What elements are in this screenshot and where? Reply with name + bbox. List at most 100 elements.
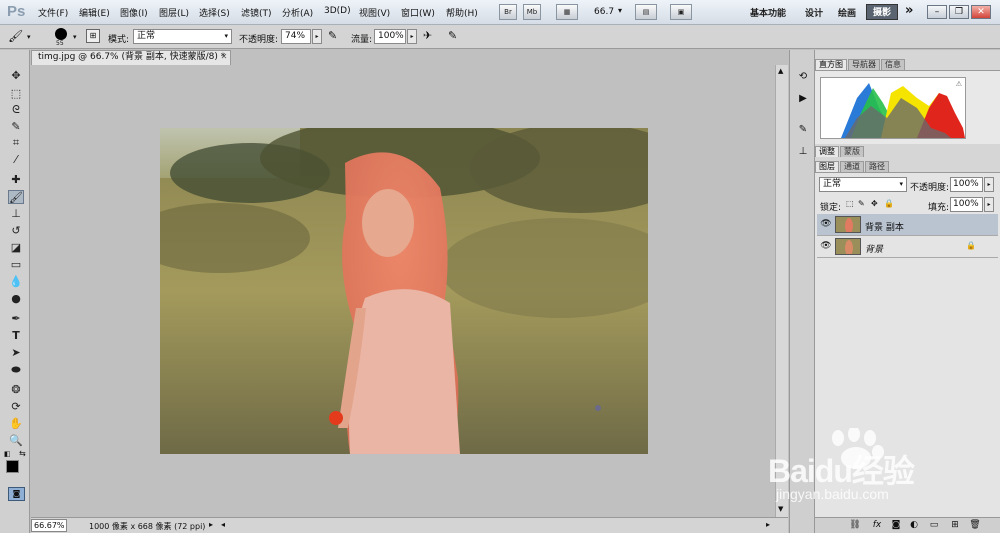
- tab-navigator[interactable]: 导航器: [848, 59, 880, 70]
- add-mask-icon[interactable]: ◙: [890, 520, 902, 530]
- eyedropper-tool-icon[interactable]: ⁄: [8, 153, 24, 167]
- restore-button[interactable]: ❐: [949, 5, 969, 19]
- menu-filter[interactable]: 滤镜(T): [241, 6, 272, 19]
- history-brush-tool-icon[interactable]: ↺: [8, 224, 24, 238]
- foreground-color-swatch[interactable]: [6, 460, 19, 473]
- brush-tool-icon[interactable]: 🖌: [8, 190, 24, 204]
- scroll-up-icon[interactable]: ▲: [778, 67, 783, 75]
- healing-brush-tool-icon[interactable]: ✚: [8, 173, 24, 187]
- actions-panel-icon[interactable]: ▶: [796, 92, 810, 106]
- move-tool-icon[interactable]: ✥: [8, 69, 24, 83]
- status-menu-icon[interactable]: ▸: [209, 520, 213, 529]
- pressure-size-icon[interactable]: ✎: [448, 29, 457, 42]
- quick-select-tool-icon[interactable]: ✎: [8, 120, 24, 134]
- document-info[interactable]: 1000 像素 x 668 像素 (72 ppi): [89, 521, 205, 532]
- fill-toggle[interactable]: ▸: [984, 197, 994, 212]
- lock-all-icon[interactable]: 🔒: [884, 199, 894, 208]
- tab-layers[interactable]: 图层: [815, 161, 839, 172]
- dodge-tool-icon[interactable]: ●: [8, 292, 24, 306]
- mode-select[interactable]: 正常 ▾: [133, 29, 232, 44]
- opacity-slider-toggle[interactable]: ▸: [312, 29, 322, 44]
- menu-select[interactable]: 选择(S): [199, 6, 230, 19]
- quick-mask-icon[interactable]: ◙: [8, 487, 25, 501]
- pressure-opacity-icon[interactable]: ✎: [328, 29, 337, 42]
- bridge-button[interactable]: Br: [499, 4, 517, 20]
- more-workspaces-icon[interactable]: »: [905, 3, 913, 18]
- layer-style-icon[interactable]: fx: [871, 520, 883, 530]
- zoom-input[interactable]: 66.67%: [31, 519, 67, 532]
- type-tool-icon[interactable]: T: [8, 329, 24, 343]
- eye-icon[interactable]: 👁: [820, 219, 832, 229]
- layer-opacity-input[interactable]: 100%: [950, 177, 983, 192]
- lasso-tool-icon[interactable]: ᘓ: [8, 103, 24, 117]
- new-layer-icon[interactable]: ⊞: [949, 520, 961, 530]
- layer-opacity-toggle[interactable]: ▸: [984, 177, 994, 192]
- tab-masks[interactable]: 蒙版: [840, 146, 864, 157]
- document-image[interactable]: [160, 128, 648, 454]
- chevron-down-icon[interactable]: ▾: [73, 33, 77, 41]
- brush-panel-toggle-icon[interactable]: ⊞: [86, 29, 100, 43]
- workspace-design[interactable]: 设计: [805, 6, 823, 19]
- view-extras-button[interactable]: ▦: [556, 4, 578, 20]
- layer-row-background[interactable]: 👁 背景 🔒: [817, 236, 998, 258]
- crop-tool-icon[interactable]: ⌗: [8, 136, 24, 150]
- path-selection-tool-icon[interactable]: ➤: [8, 346, 24, 360]
- fill-input[interactable]: 100%: [950, 197, 983, 212]
- airbrush-icon[interactable]: ✈: [423, 29, 432, 42]
- history-panel-icon[interactable]: ⟲: [796, 70, 810, 84]
- menu-window[interactable]: 窗口(W): [401, 6, 435, 19]
- hand-tool-icon[interactable]: ✋: [8, 417, 24, 431]
- minimize-button[interactable]: –: [927, 5, 947, 19]
- scroll-left-icon[interactable]: ◂: [221, 520, 225, 529]
- document-tab[interactable]: timg.jpg @ 66.7% (背景 副本, 快速蒙版/8) *: [31, 50, 231, 65]
- marquee-tool-icon[interactable]: ⬚: [8, 87, 24, 101]
- eraser-tool-icon[interactable]: ◪: [8, 241, 24, 255]
- brush-preset-icon[interactable]: [55, 28, 67, 40]
- close-icon[interactable]: ✕: [219, 52, 229, 62]
- menu-analysis[interactable]: 分析(A): [282, 6, 313, 19]
- menu-file[interactable]: 文件(F): [38, 6, 68, 19]
- flow-slider-toggle[interactable]: ▸: [407, 29, 417, 44]
- delete-layer-icon[interactable]: 🗑: [969, 520, 981, 530]
- lock-transparent-icon[interactable]: ⬚: [846, 199, 854, 208]
- layer-row-background-copy[interactable]: 👁 背景 副本: [817, 214, 998, 236]
- adjustment-layer-icon[interactable]: ◐: [908, 520, 920, 530]
- lock-pixels-icon[interactable]: ✎: [858, 199, 865, 208]
- clone-stamp-tool-icon[interactable]: ⊥: [8, 207, 24, 221]
- chevron-down-icon[interactable]: ▾: [618, 6, 622, 15]
- screen-mode-button[interactable]: ▣: [670, 4, 692, 20]
- tab-info[interactable]: 信息: [881, 59, 905, 70]
- eye-icon[interactable]: 👁: [820, 241, 832, 251]
- brush-presets-icon[interactable]: ✎: [796, 123, 810, 137]
- swap-colors-icon[interactable]: ⇆: [19, 449, 26, 458]
- minibridge-button[interactable]: Mb: [523, 4, 541, 20]
- workspace-paint[interactable]: 绘画: [838, 6, 856, 19]
- menu-edit[interactable]: 编辑(E): [79, 6, 110, 19]
- menu-3d[interactable]: 3D(D): [324, 6, 351, 16]
- menu-view[interactable]: 视图(V): [359, 6, 390, 19]
- lock-position-icon[interactable]: ✥: [871, 199, 878, 208]
- menu-image[interactable]: 图像(I): [120, 6, 148, 19]
- default-colors-icon[interactable]: ◧: [4, 450, 11, 458]
- new-group-icon[interactable]: ▭: [928, 520, 940, 530]
- 3d-rotate-tool-icon[interactable]: ❂: [8, 383, 24, 397]
- flow-input[interactable]: 100%: [374, 29, 406, 44]
- gradient-tool-icon[interactable]: ▭: [8, 258, 24, 272]
- workspace-photo[interactable]: 摄影: [866, 4, 898, 20]
- tab-histogram[interactable]: 直方图: [815, 59, 847, 70]
- tab-paths[interactable]: 路径: [865, 161, 889, 172]
- tab-channels[interactable]: 通道: [840, 161, 864, 172]
- blend-mode-select[interactable]: 正常 ▾: [819, 177, 907, 192]
- 3d-orbit-tool-icon[interactable]: ⟳: [8, 400, 24, 414]
- chevron-down-icon[interactable]: ▾: [27, 33, 31, 41]
- shape-tool-icon[interactable]: ⬬: [8, 363, 24, 377]
- opacity-input[interactable]: 74%: [281, 29, 311, 44]
- tab-adjustments[interactable]: 调整: [815, 146, 839, 157]
- close-button[interactable]: ✕: [971, 5, 991, 19]
- clone-source-icon[interactable]: ⊥: [796, 145, 810, 159]
- blur-tool-icon[interactable]: 💧: [8, 275, 24, 289]
- workspace-basic[interactable]: 基本功能: [750, 6, 786, 19]
- arrange-documents-button[interactable]: ▤: [635, 4, 657, 20]
- zoom-level[interactable]: 66.7: [594, 7, 614, 17]
- menu-help[interactable]: 帮助(H): [446, 6, 478, 19]
